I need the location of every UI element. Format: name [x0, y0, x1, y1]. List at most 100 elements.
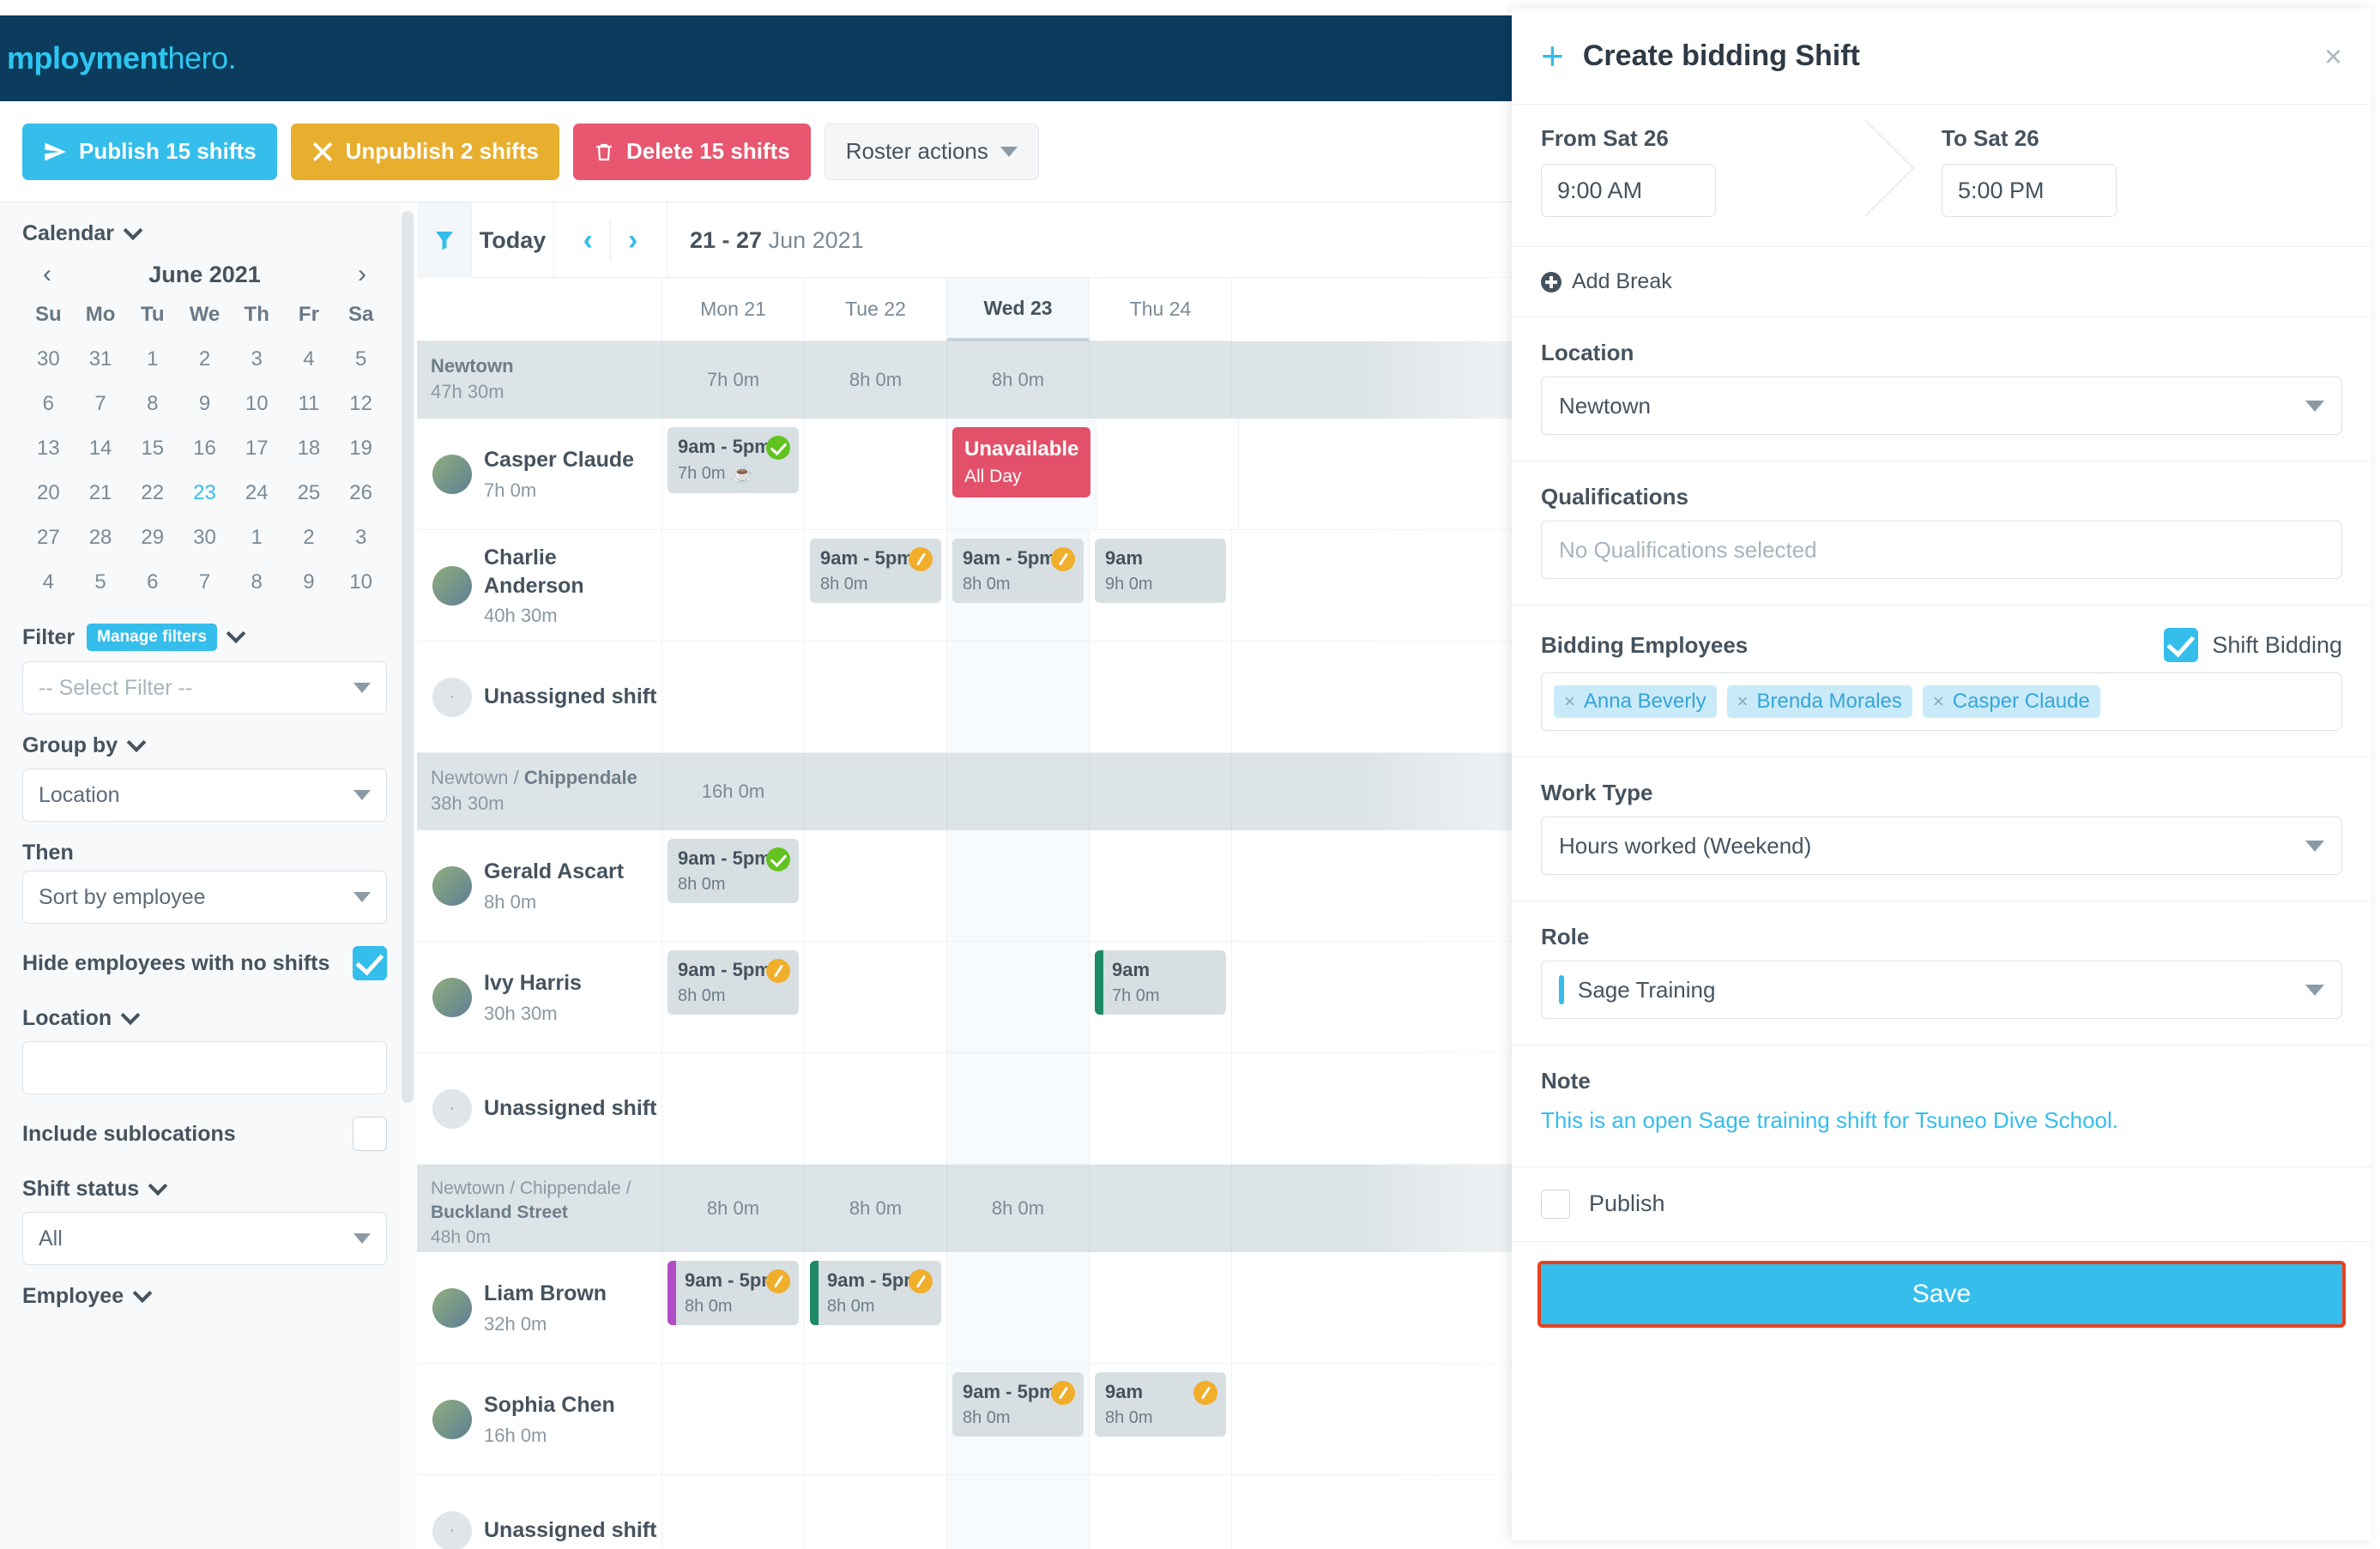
calendar-day-cell[interactable]: 16: [178, 426, 231, 471]
shift-cell[interactable]: [1090, 830, 1232, 941]
unavailability-block[interactable]: Unavailable All Day: [952, 427, 1091, 497]
bidding-employee-chip[interactable]: × Brenda Morales: [1726, 685, 1912, 718]
roster-filter-button[interactable]: [417, 202, 472, 278]
shift-cell[interactable]: [947, 1475, 1090, 1549]
calendar-day-cell[interactable]: 8: [126, 382, 178, 426]
location-section-header[interactable]: Location: [22, 987, 387, 1038]
employee-name-cell[interactable]: · Unassigned shift: [417, 1475, 662, 1549]
shift-cell[interactable]: 9am - 5pm 7h 0m ☕: [662, 419, 805, 529]
shift-cell[interactable]: [662, 1475, 805, 1549]
calendar-day-cell[interactable]: 17: [231, 426, 283, 471]
shift-cell[interactable]: 9am 7h 0m: [1090, 942, 1232, 1052]
shift-cell[interactable]: 9am - 5pm 8h 0m: [947, 530, 1090, 641]
calendar-day-cell[interactable]: 30: [178, 515, 231, 560]
shift-cell[interactable]: [947, 1252, 1090, 1363]
shift-cell[interactable]: 9am 8h 0m: [1090, 1364, 1232, 1474]
calendar-day-cell[interactable]: 11: [283, 382, 335, 426]
shift-status-section-header[interactable]: Shift status: [22, 1158, 387, 1208]
employee-name-cell[interactable]: · Unassigned shift: [417, 1053, 662, 1164]
shift-cell[interactable]: [947, 830, 1090, 941]
calendar-day-cell[interactable]: 10: [335, 560, 387, 605]
shift-block[interactable]: 9am - 5pm 8h 0m: [810, 539, 941, 603]
shift-cell[interactable]: 9am 9h 0m: [1090, 530, 1232, 641]
shift-block[interactable]: 9am - 5pm 8h 0m: [667, 839, 799, 903]
sidebar-scrollbar-thumb[interactable]: [402, 211, 414, 1103]
note-value[interactable]: This is an open Sage training shift for …: [1541, 1105, 2342, 1137]
calendar-day-cell[interactable]: 9: [283, 560, 335, 605]
shift-cell[interactable]: [805, 830, 947, 941]
role-dropdown[interactable]: Sage Training: [1541, 961, 2342, 1019]
calendar-day-cell[interactable]: 24: [231, 471, 283, 515]
shift-block[interactable]: 9am - 5pm 8h 0m: [952, 539, 1084, 603]
remove-chip-icon[interactable]: ×: [1933, 690, 1944, 713]
shift-cell[interactable]: [1090, 1053, 1232, 1164]
calendar-day-cell[interactable]: 3: [231, 337, 283, 382]
calendar-day-cell[interactable]: 21: [75, 471, 127, 515]
shift-cell[interactable]: [947, 1053, 1090, 1164]
to-time-input[interactable]: 5:00 PM: [1942, 164, 2117, 217]
roster-actions-button[interactable]: Roster actions: [824, 123, 1039, 180]
shift-block[interactable]: 9am 9h 0m: [1095, 539, 1226, 603]
shift-cell[interactable]: 9am - 5pm 8h 0m: [662, 942, 805, 1052]
shift-cell[interactable]: [1090, 1252, 1232, 1363]
shift-cell[interactable]: [947, 942, 1090, 1052]
calendar-day-cell[interactable]: 25: [283, 471, 335, 515]
calendar-day-cell[interactable]: 3: [335, 515, 387, 560]
bidding-employee-chip[interactable]: × Casper Claude: [1922, 685, 2100, 718]
day-header-cell[interactable]: Wed 23: [947, 278, 1090, 341]
shift-cell[interactable]: [805, 1475, 947, 1549]
shift-cell[interactable]: 9am - 5pm 8h 0m: [662, 1252, 805, 1363]
shift-cell[interactable]: 9am - 5pm 8h 0m: [662, 830, 805, 941]
shift-bidding-checkbox[interactable]: [2164, 628, 2199, 662]
employee-name-cell[interactable]: · Unassigned shift: [417, 642, 662, 752]
calendar-day-cell[interactable]: 6: [22, 382, 75, 426]
prev-week-button[interactable]: ‹: [566, 226, 610, 255]
shift-cell[interactable]: [1090, 642, 1232, 752]
bidding-employee-chip[interactable]: × Anna Beverly: [1554, 685, 1717, 718]
calendar-day-cell[interactable]: 7: [178, 560, 231, 605]
shift-cell[interactable]: [805, 419, 947, 529]
shift-status-dropdown[interactable]: All: [22, 1212, 387, 1265]
calendar-day-cell[interactable]: 8: [231, 560, 283, 605]
employee-name-cell[interactable]: Ivy Harris 30h 30m: [417, 942, 662, 1052]
manage-filters-button[interactable]: Manage filters: [87, 624, 217, 651]
shift-cell[interactable]: [805, 1053, 947, 1164]
calendar-day-cell[interactable]: 28: [75, 515, 127, 560]
shift-block[interactable]: 9am - 5pm 8h 0m: [667, 950, 799, 1015]
calendar-day-cell[interactable]: 22: [126, 471, 178, 515]
calendar-day-cell[interactable]: 1: [231, 515, 283, 560]
calendar-day-cell[interactable]: 7: [75, 382, 127, 426]
employee-name-cell[interactable]: Charlie Anderson 40h 30m: [417, 530, 662, 641]
location-input[interactable]: [22, 1041, 387, 1094]
calendar-day-cell[interactable]: 26: [335, 471, 387, 515]
shift-cell[interactable]: [947, 642, 1090, 752]
shift-cell[interactable]: [805, 942, 947, 1052]
shift-block[interactable]: 9am - 5pm 8h 0m: [952, 1372, 1084, 1437]
day-header-cell[interactable]: Mon 21: [662, 278, 805, 341]
calendar-day-cell[interactable]: 12: [335, 382, 387, 426]
employee-name-cell[interactable]: Casper Claude 7h 0m: [417, 419, 662, 529]
calendar-day-cell[interactable]: 10: [231, 382, 283, 426]
calendar-day-cell[interactable]: 23: [178, 471, 231, 515]
calendar-day-cell[interactable]: 9: [178, 382, 231, 426]
shift-cell[interactable]: [662, 642, 805, 752]
shift-cell[interactable]: [805, 642, 947, 752]
hide-employees-checkbox[interactable]: [353, 946, 387, 980]
shift-block[interactable]: 9am 7h 0m: [1095, 950, 1226, 1015]
delete-shifts-button[interactable]: Delete 15 shifts: [572, 123, 811, 180]
remove-chip-icon[interactable]: ×: [1737, 690, 1749, 713]
save-button[interactable]: Save: [1537, 1260, 2346, 1328]
calendar-day-cell[interactable]: 14: [75, 426, 127, 471]
employee-section-header[interactable]: Employee: [22, 1265, 387, 1316]
work-type-dropdown[interactable]: Hours worked (Weekend): [1541, 817, 2342, 875]
shift-cell[interactable]: [805, 1364, 947, 1474]
calendar-day-cell[interactable]: 1: [126, 337, 178, 382]
shift-block[interactable]: 9am - 5pm 7h 0m ☕: [667, 427, 799, 493]
filter-section-header[interactable]: Filter Manage filters: [22, 605, 387, 658]
calendar-day-cell[interactable]: 13: [22, 426, 75, 471]
calendar-day-cell[interactable]: 31: [75, 337, 127, 382]
calendar-day-cell[interactable]: 20: [22, 471, 75, 515]
shift-cell[interactable]: 9am - 5pm 8h 0m: [805, 530, 947, 641]
qualifications-input[interactable]: No Qualifications selected: [1541, 521, 2342, 579]
group-by-section-header[interactable]: Group by: [22, 714, 387, 765]
